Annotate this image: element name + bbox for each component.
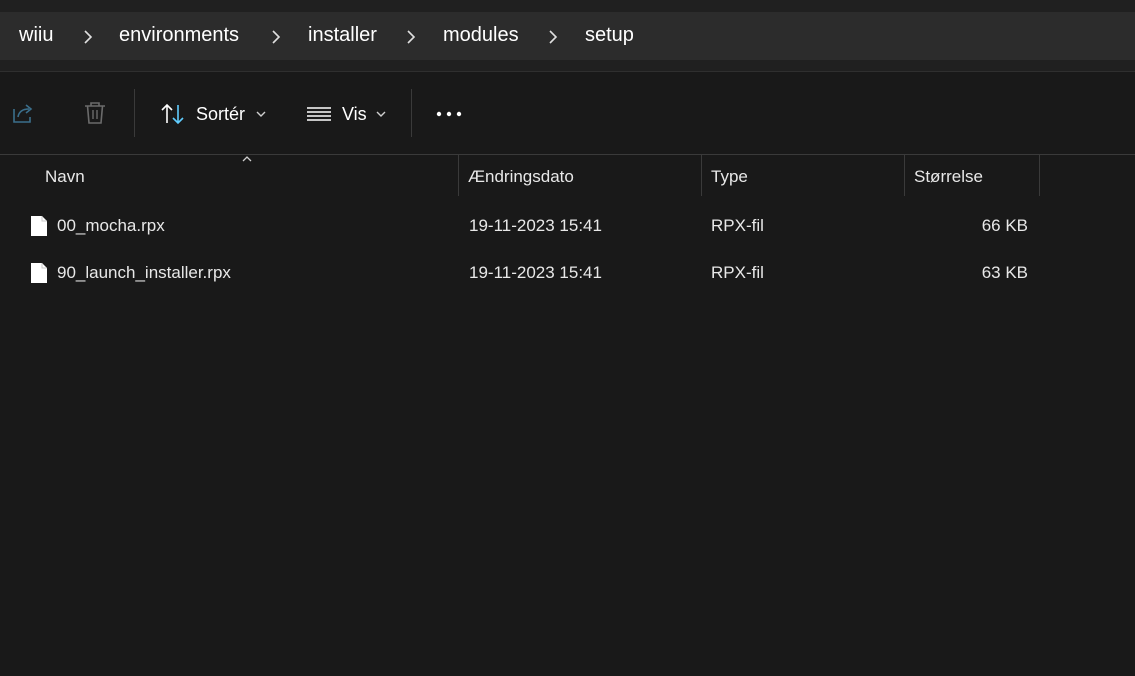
list-view-icon xyxy=(307,107,331,121)
breadcrumb-item-installer[interactable]: installer xyxy=(308,24,377,47)
file-type: RPX-fil xyxy=(711,216,764,235)
file-size: 66 KB xyxy=(981,216,1028,235)
table-row[interactable]: 00_mocha.rpx 19-11-2023 15:41 RPX-fil 66… xyxy=(0,204,1135,250)
column-resize-handle[interactable] xyxy=(701,155,702,196)
breadcrumb-item-setup[interactable]: setup xyxy=(585,24,634,47)
delete-button[interactable] xyxy=(82,100,108,126)
column-header-size[interactable]: Størrelse xyxy=(914,167,983,187)
table-row[interactable]: 90_launch_installer.rpx 19-11-2023 15:41… xyxy=(0,251,1135,297)
column-resize-handle[interactable] xyxy=(904,155,905,196)
breadcrumb-item-environments[interactable]: environments xyxy=(119,24,239,47)
chevron-right-icon[interactable] xyxy=(82,30,94,44)
column-header-type[interactable]: Type xyxy=(711,167,748,187)
view-button[interactable]: Vis xyxy=(306,101,387,127)
file-type: RPX-fil xyxy=(711,263,764,282)
file-date: 19-11-2023 15:41 xyxy=(469,263,602,282)
chevron-down-icon xyxy=(256,111,266,117)
toolbar-divider xyxy=(134,89,135,137)
file-name: 00_mocha.rpx xyxy=(57,216,165,235)
chevron-right-icon[interactable] xyxy=(405,30,417,44)
more-options-icon xyxy=(436,111,462,117)
chevron-right-icon[interactable] xyxy=(270,30,282,44)
trash-icon xyxy=(85,102,105,124)
toolbar-divider xyxy=(411,89,412,137)
share-icon xyxy=(13,104,33,123)
breadcrumb[interactable]: wiiu environments installer modules setu… xyxy=(0,12,1135,60)
sort-label: Sortér xyxy=(196,103,246,124)
file-icon xyxy=(31,216,47,236)
column-header-date[interactable]: Ændringsdato xyxy=(468,167,574,187)
sort-ascending-icon xyxy=(242,156,252,162)
chevron-down-icon xyxy=(376,111,386,117)
file-icon xyxy=(31,263,47,283)
column-resize-handle[interactable] xyxy=(458,155,459,196)
share-button[interactable] xyxy=(10,100,38,126)
more-options-button[interactable] xyxy=(436,104,464,124)
file-date: 19-11-2023 15:41 xyxy=(469,216,602,235)
column-header-row: Navn Ændringsdato Type Størrelse xyxy=(0,155,1135,195)
sort-button[interactable]: Sortér xyxy=(160,101,267,127)
breadcrumb-item-wiiu[interactable]: wiiu xyxy=(19,24,53,47)
file-name: 90_launch_installer.rpx xyxy=(57,263,231,282)
file-size: 63 KB xyxy=(981,263,1028,282)
column-resize-handle[interactable] xyxy=(1039,155,1040,196)
sort-arrows-icon xyxy=(161,103,184,125)
column-header-name[interactable]: Navn xyxy=(45,167,85,187)
view-label: Vis xyxy=(342,103,367,124)
chevron-right-icon[interactable] xyxy=(547,30,559,44)
breadcrumb-item-modules[interactable]: modules xyxy=(443,24,519,47)
window-top-strip xyxy=(0,0,1135,12)
